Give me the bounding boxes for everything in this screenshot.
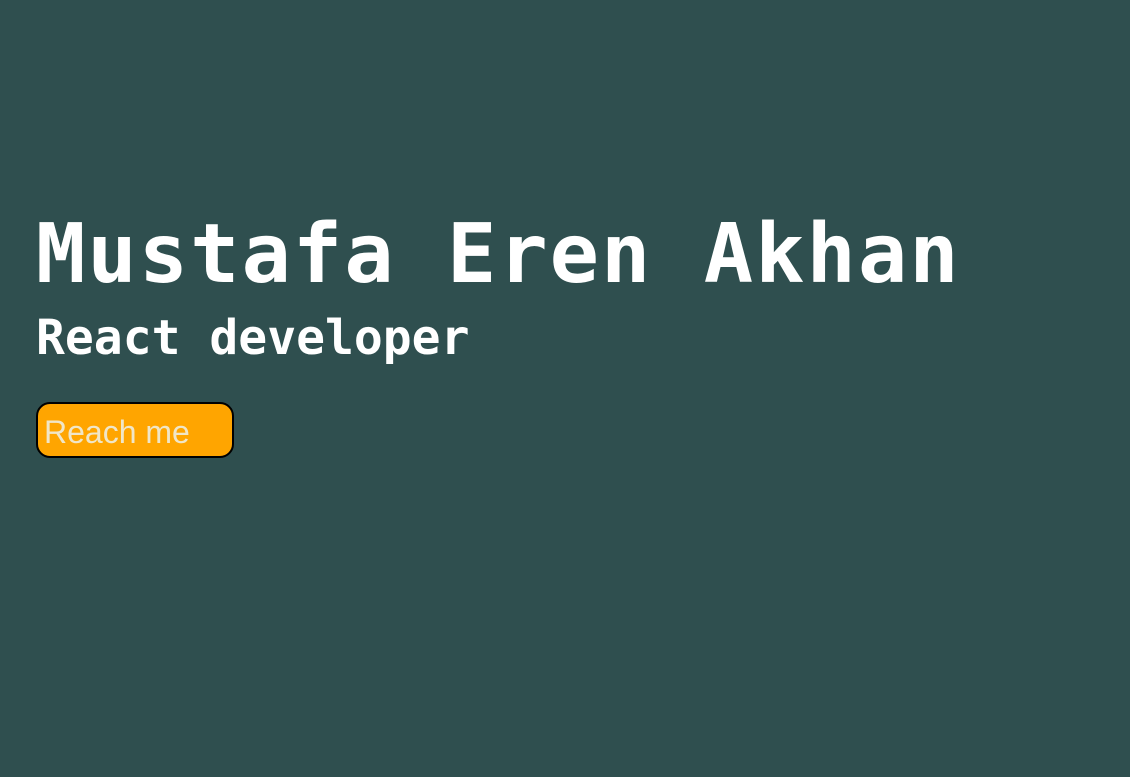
hero-role: React developer: [36, 310, 470, 366]
reach-me-button[interactable]: Reach me: [36, 402, 234, 458]
hero-section: Mustafa Eren Akhan React developer Reach…: [36, 200, 1116, 458]
hero-name: Mustafa Eren Akhan: [36, 207, 961, 302]
